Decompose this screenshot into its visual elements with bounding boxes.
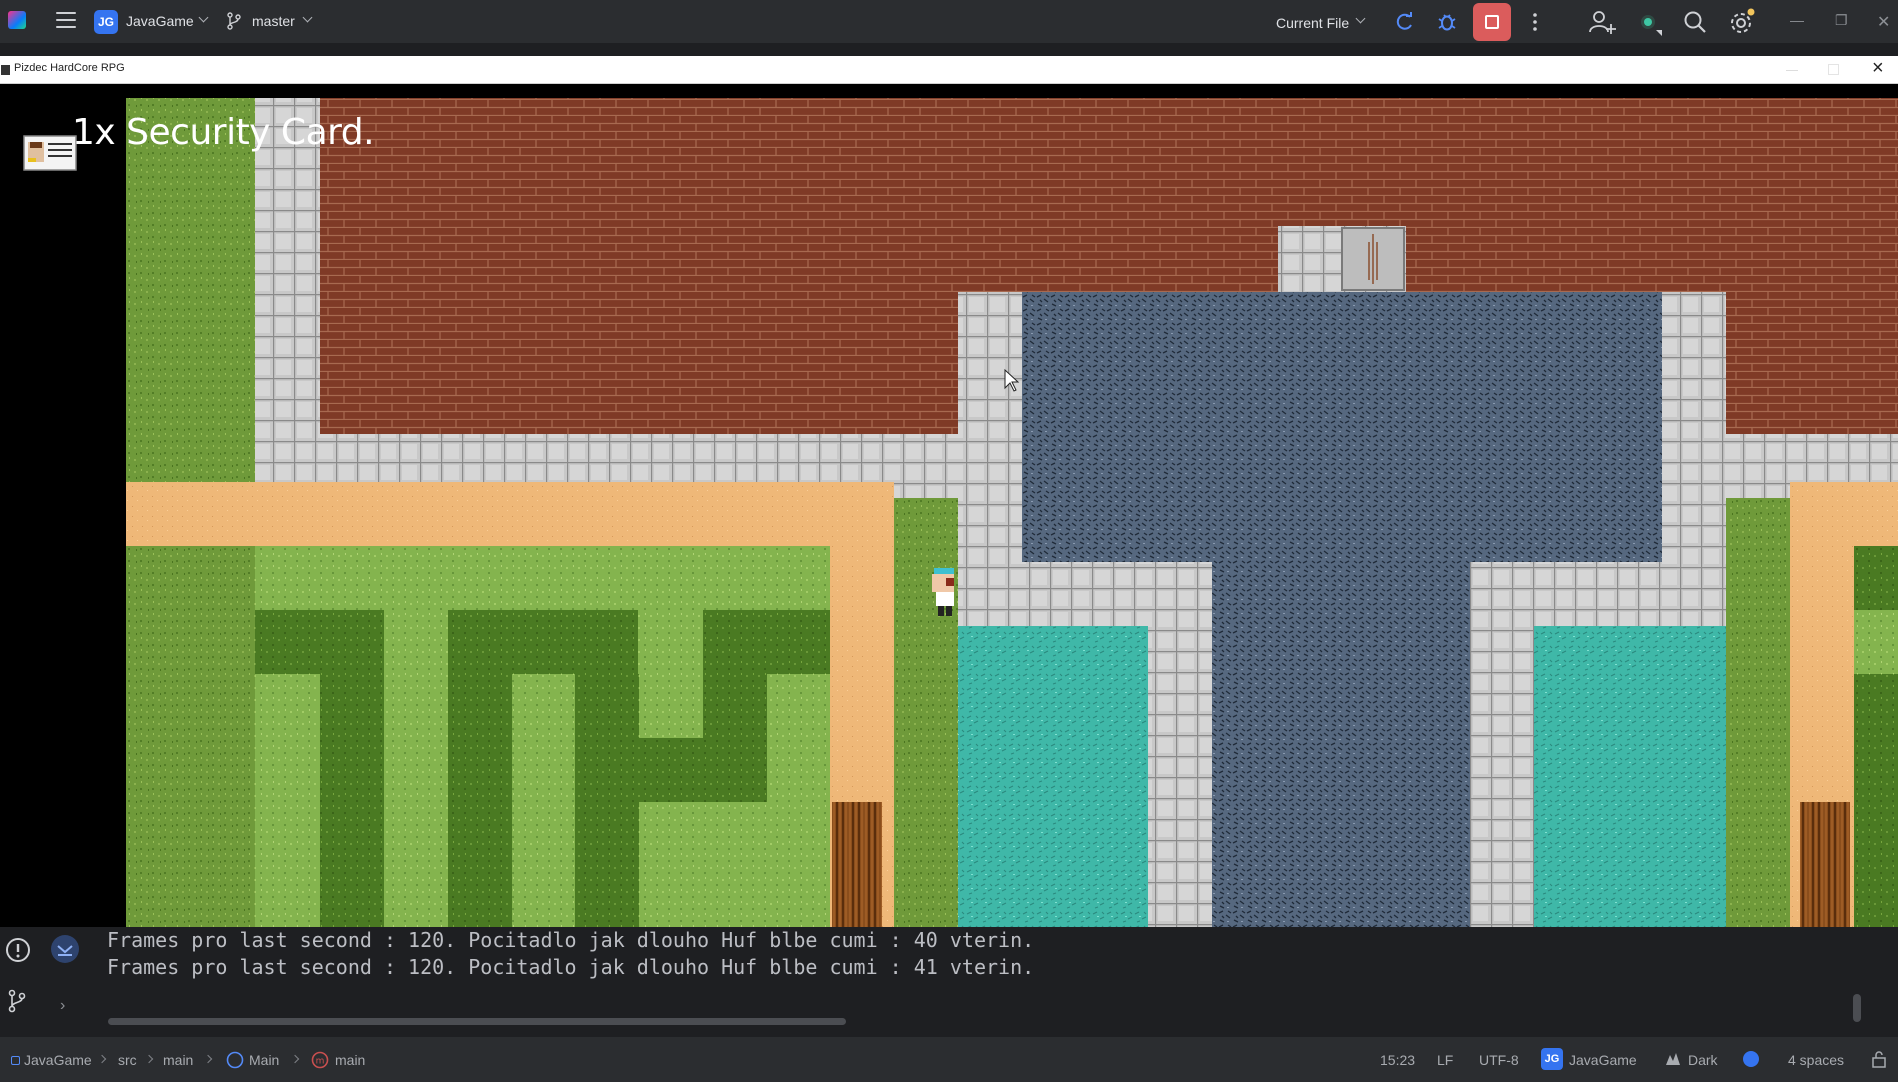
line-ending[interactable]: LF <box>1437 1052 1453 1068</box>
water-pool-left <box>958 626 1148 927</box>
git-icon[interactable] <box>6 989 28 1013</box>
main-menu-icon[interactable] <box>56 12 76 28</box>
wooden-fence <box>832 802 882 927</box>
project-badge-small[interactable]: JG <box>1541 1048 1563 1070</box>
ai-assistant-icon[interactable] <box>1638 10 1664 36</box>
settings-gear-icon[interactable] <box>1728 8 1756 36</box>
hud-item-message: 1x Security Card. <box>72 112 375 153</box>
game-minimize-icon[interactable] <box>1786 70 1798 71</box>
run-console: › Frames pro last second : 120. Pocitadl… <box>0 927 1898 1027</box>
debug-icon[interactable] <box>1436 11 1458 33</box>
breadcrumb-project[interactable]: JavaGame <box>24 1052 92 1068</box>
game-maximize-icon[interactable] <box>1828 64 1839 75</box>
indent-setting[interactable]: 4 spaces <box>1788 1052 1844 1068</box>
more-actions-icon[interactable] <box>1530 12 1540 32</box>
breadcrumb-method[interactable]: main <box>335 1052 365 1068</box>
search-icon[interactable] <box>1683 10 1707 34</box>
caret-position[interactable]: 15:23 <box>1380 1052 1415 1068</box>
run-configuration-selector[interactable]: Current File <box>1276 15 1349 31</box>
theme-name[interactable]: Dark <box>1688 1052 1718 1068</box>
console-line: Frames pro last second : 120. Pocitadlo … <box>107 928 1035 952</box>
vertical-scrollbar[interactable] <box>1853 994 1861 1022</box>
notification-dot-icon[interactable] <box>1743 1051 1759 1067</box>
project-badge[interactable]: JG <box>94 10 118 34</box>
file-encoding[interactable]: UTF-8 <box>1479 1052 1519 1068</box>
horizontal-scrollbar[interactable] <box>108 1018 846 1025</box>
breadcrumb-src[interactable]: src <box>118 1052 137 1068</box>
branch-selector[interactable]: master <box>252 13 295 29</box>
stop-button[interactable] <box>1473 3 1511 41</box>
chevron-down-icon[interactable] <box>1355 13 1366 24</box>
restore-window-icon[interactable]: ❐ <box>1835 12 1848 29</box>
minimize-window-icon[interactable]: — <box>1790 12 1804 28</box>
scroll-to-end-icon[interactable] <box>50 934 80 964</box>
intellij-logo-icon[interactable] <box>8 11 26 29</box>
svg-text:m: m <box>316 1057 325 1067</box>
status-project-name[interactable]: JavaGame <box>1569 1052 1637 1068</box>
project-icon <box>11 1056 20 1065</box>
chevron-down-icon[interactable] <box>198 12 209 23</box>
breadcrumb-class[interactable]: Main <box>249 1052 279 1068</box>
game-window-titlebar: Pizdec HardCore RPG × <box>0 56 1898 84</box>
game-world[interactable] <box>0 84 1898 927</box>
status-bar: JavaGame src main Main m main 15:23 LF U… <box>0 1036 1898 1082</box>
git-branch-icon[interactable] <box>226 12 242 30</box>
close-window-icon[interactable]: ✕ <box>1877 12 1890 32</box>
class-icon <box>226 1051 244 1069</box>
warning-icon[interactable] <box>5 937 31 963</box>
java-app-icon <box>1 65 10 75</box>
console-line: Frames pro last second : 120. Pocitadlo … <box>107 955 1035 979</box>
game-close-icon[interactable]: × <box>1872 57 1884 80</box>
sand-path <box>126 482 894 546</box>
read-only-lock-icon[interactable] <box>1870 1050 1888 1068</box>
theme-icon <box>1666 1053 1680 1065</box>
method-icon: m <box>311 1051 329 1069</box>
breadcrumb-main-folder[interactable]: main <box>163 1052 193 1068</box>
water-pool-right <box>1534 626 1726 927</box>
ide-toolbar: JG JavaGame master Current File — ❐ ✕ <box>0 0 1898 44</box>
stop-icon <box>1485 15 1499 29</box>
expand-chevron-icon[interactable]: › <box>60 997 65 1015</box>
stone-courtyard <box>1022 292 1662 562</box>
rerun-icon[interactable] <box>1393 11 1415 33</box>
game-window-title: Pizdec HardCore RPG <box>14 62 125 74</box>
game-canvas[interactable]: 1x Security Card. <box>0 84 1898 927</box>
security-card-icon <box>23 135 77 171</box>
chevron-down-icon[interactable] <box>302 12 313 23</box>
add-user-icon[interactable] <box>1588 8 1616 36</box>
project-selector[interactable]: JavaGame <box>126 13 194 29</box>
